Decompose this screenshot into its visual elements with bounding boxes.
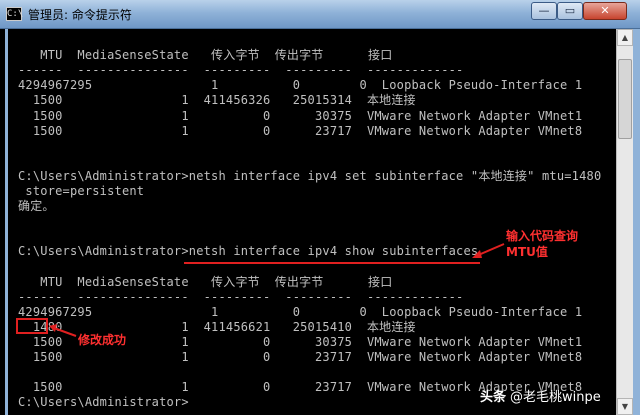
title-bar[interactable]: C:\ 管理员: 命令提示符 — ▭ ✕ (0, 0, 640, 29)
console-line: 确定。 (18, 199, 55, 214)
console-line: 4294967295 1 0 0 Loopback Pseudo-Interfa… (18, 78, 583, 93)
arrow-left-icon (49, 324, 77, 337)
scroll-thumb[interactable] (618, 59, 632, 139)
maximize-button[interactable]: ▭ (557, 2, 583, 20)
cmd-app-icon: C:\ (6, 7, 24, 21)
console-line: ------ --------------- --------- -------… (18, 289, 464, 304)
vertical-scrollbar[interactable]: ▲ ▼ (616, 29, 633, 415)
success-note: 修改成功 (78, 333, 127, 347)
console-line: 1500 1 411456326 25015314 本地连接 (18, 93, 416, 108)
console-line: ------ --------------- --------- -------… (18, 63, 464, 78)
console-output[interactable]: MTU MediaSenseState 传入字节 传出字节 接口 ------ -… (5, 29, 616, 415)
cmd-window: C:\ 管理员: 命令提示符 — ▭ ✕ MTU MediaSenseState… (0, 0, 640, 415)
console-line: store=persistent (18, 184, 145, 198)
watermark-text: @老毛桃winpe (510, 390, 601, 405)
console-line: C:\Users\Administrator>netsh interface i… (18, 244, 479, 259)
query-mtu-note: 输入代码查询 MTU值 (506, 229, 579, 259)
console-line: C:\Users\Administrator> (18, 395, 189, 410)
console-line: 1500 1 0 23717 VMware Network Adapter VM… (18, 123, 583, 138)
scroll-up-arrow-icon[interactable]: ▲ (617, 29, 633, 46)
close-button[interactable]: ✕ (583, 2, 627, 20)
command-underline-annotation (184, 262, 480, 264)
minimize-button[interactable]: — (531, 2, 557, 20)
watermark: 头条 @老毛桃winpe (480, 386, 601, 405)
console-line: 1500 1 0 30375 VMware Network Adapter VM… (18, 108, 583, 123)
scroll-down-arrow-icon[interactable]: ▼ (617, 398, 633, 415)
mtu-highlight-box (16, 318, 48, 334)
window-title: 管理员: 命令提示符 (28, 8, 132, 22)
console-line: MTU MediaSenseState 传入字节 传出字节 接口 (18, 48, 393, 63)
window-frame-right (633, 29, 640, 415)
console-line: 1500 1 0 23717 VMware Network Adapter VM… (18, 350, 583, 365)
console-line: C:\Users\Administrator>netsh interface i… (18, 168, 602, 183)
arrow-left-icon (472, 243, 505, 258)
console-line: 4294967295 1 0 0 Loopback Pseudo-Interfa… (18, 304, 583, 319)
console-line: MTU MediaSenseState 传入字节 传出字节 接口 (18, 274, 393, 289)
watermark-logo: 头条 (480, 390, 507, 405)
